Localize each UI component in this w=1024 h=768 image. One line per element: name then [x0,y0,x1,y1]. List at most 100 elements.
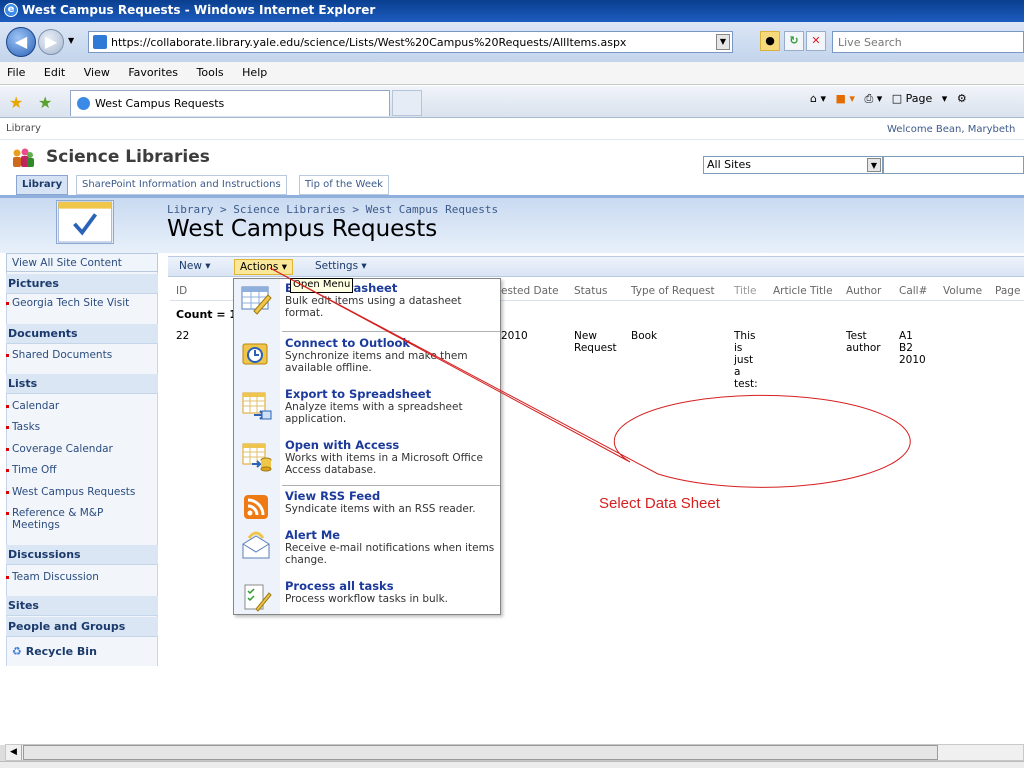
page-icon [93,35,107,49]
column-header-type[interactable]: Type of Request [631,285,715,297]
ie-logo-icon: e [4,3,18,17]
actions-menu-button[interactable]: Actions ▾ [234,259,293,275]
tab-label: West Campus Requests [95,97,225,110]
menu-help[interactable]: Help [239,66,270,79]
view-all-site-content-link[interactable]: View All Site Content [6,253,158,272]
sp-top-link[interactable]: Library [0,118,1024,140]
menu-view[interactable]: View [81,66,113,79]
cell-status: New Request [574,330,617,354]
ql-item-west-campus-requests[interactable]: West Campus Requests [6,486,158,498]
welcome-menu[interactable]: Welcome Bean, Marybeth [887,124,1015,135]
menu-item-desc: Synchronize items and make them availabl… [285,350,468,374]
ql-item-time-off[interactable]: Time Off [6,464,158,476]
site-search-input[interactable] [883,156,1024,174]
ql-heading-sites[interactable]: Sites [6,596,158,616]
page-title: West Campus Requests [167,216,438,242]
topnav-sharepoint-info[interactable]: SharePoint Information and Instructions [76,175,287,195]
site-title[interactable]: Science Libraries [46,147,210,167]
ql-item-georgia-tech[interactable]: Georgia Tech Site Visit [6,297,158,309]
topnav-library[interactable]: Library [16,175,69,195]
menu-file[interactable]: File [4,66,28,79]
spreadsheet-icon [242,392,272,420]
people-logo-icon [13,148,34,167]
history-dropdown-icon[interactable]: ▼ [68,36,74,45]
cell-id[interactable]: 22 [176,330,189,342]
window-title-bar: e West Campus Requests - Windows Interne… [0,0,1024,22]
new-tab-button[interactable] [392,90,422,116]
back-button[interactable]: ◀ [6,27,36,57]
ie-tab-icon [77,97,90,110]
tools-gear-icon[interactable]: ⚙ [957,92,967,105]
menu-tools[interactable]: Tools [194,66,227,79]
column-header-status[interactable]: Status [574,285,607,297]
menu-item-edit-in-datasheet[interactable]: Edit in Datasheet Bulk edit items using … [234,281,500,331]
ql-heading-people-groups[interactable]: People and Groups [6,617,158,637]
ql-heading-pictures[interactable]: Pictures [6,274,158,294]
page-menu[interactable]: □ Page ▾ [892,92,948,105]
ql-heading-lists[interactable]: Lists [6,374,158,394]
column-header-pages[interactable]: Page [995,285,1020,297]
tab-bar: ★ ★ West Campus Requests ⌂ ▾ ■ ▾ ⎙ ▾ □ P… [0,86,1024,118]
favorites-star-icon[interactable]: ★ [9,93,23,112]
list-page-icon [56,200,114,244]
menu-item-connect-to-outlook[interactable]: Connect to Outlook Synchronize items and… [234,336,500,386]
menu-item-process-all-tasks[interactable]: Process all tasks Process workflow tasks… [234,579,500,613]
address-dropdown-icon[interactable]: ▼ [716,34,730,50]
column-header-requested-date[interactable]: ested Date [501,285,559,297]
chevron-down-icon[interactable]: ▼ [867,158,881,172]
feeds-icon[interactable]: ■ ▾ [836,92,855,105]
scroll-left-icon[interactable]: ◀ [6,745,22,760]
ql-item-calendar[interactable]: Calendar [6,400,158,412]
rss-icon [244,495,268,519]
stop-button[interactable]: ✕ [806,31,826,51]
column-header-author[interactable]: Author [846,285,881,297]
cell-author: Test author [846,330,881,354]
new-menu-button[interactable]: New ▾ [174,259,216,275]
cell-call: A1 B2 2010 [899,330,926,366]
recycle-bin-link[interactable]: ♻ Recycle Bin [12,645,97,658]
address-text: https://collaborate.library.yale.edu/sci… [111,36,627,49]
topnav-tip-of-week[interactable]: Tip of the Week [299,175,389,195]
settings-label: Settings [315,260,359,272]
callout-text: Select Data Sheet [599,495,720,512]
ql-item-shared-documents[interactable]: Shared Documents [6,349,158,361]
cell-title[interactable]: This is just a test: [734,330,760,390]
column-header-id[interactable]: ID [176,285,187,297]
column-header-article-title[interactable]: Article Title [773,285,833,297]
add-favorite-icon[interactable]: ★ [38,93,52,112]
menu-item-title: Export to Spreadsheet [285,387,432,401]
search-input[interactable]: Live Search [832,31,1024,53]
ql-item-coverage-calendar[interactable]: Coverage Calendar [6,443,158,455]
ql-item-tasks[interactable]: Tasks [6,421,158,433]
column-header-title[interactable]: Title [734,285,757,297]
menu-item-export-to-spreadsheet[interactable]: Export to Spreadsheet Analyze items with… [234,387,500,437]
print-icon[interactable]: ⎙ ▾ [864,92,882,105]
horizontal-scrollbar[interactable]: ◀ [5,744,1024,761]
ql-item-reference-meetings[interactable]: Reference & M&P Meetings [6,507,116,531]
ql-heading-documents[interactable]: Documents [6,324,158,344]
menu-edit[interactable]: Edit [41,66,68,79]
cell-type: Book [631,330,658,342]
menu-item-title: Open with Access [285,438,400,452]
column-header-volume[interactable]: Volume [943,285,982,297]
alert-icon [242,531,270,559]
address-field[interactable]: https://collaborate.library.yale.edu/sci… [88,31,733,53]
menu-item-desc: Process workflow tasks in bulk. [285,593,449,605]
tab-west-campus-requests[interactable]: West Campus Requests [70,90,390,116]
settings-menu-button[interactable]: Settings ▾ [310,259,372,275]
ql-item-team-discussion[interactable]: Team Discussion [6,571,158,583]
breadcrumb[interactable]: Library > Science Libraries > West Campu… [167,203,498,216]
ql-heading-discussions[interactable]: Discussions [6,545,158,565]
menu-item-alert-me[interactable]: Alert Me Receive e-mail notifications wh… [234,528,500,578]
status-bar [0,761,1024,768]
scrollbar-thumb[interactable] [23,745,938,760]
lock-icon[interactable]: ● [760,31,780,51]
search-scope-select[interactable]: All Sites ▼ [703,156,883,174]
menu-item-open-with-access[interactable]: Open with Access Works with items in a M… [234,438,500,488]
refresh-button[interactable]: ↻ [784,31,804,51]
menu-favorites[interactable]: Favorites [125,66,181,79]
forward-button[interactable]: ▶ [38,29,64,55]
home-icon[interactable]: ⌂ ▾ [810,92,826,105]
column-header-call[interactable]: Call# [899,285,927,297]
menu-item-title: View RSS Feed [285,489,381,503]
